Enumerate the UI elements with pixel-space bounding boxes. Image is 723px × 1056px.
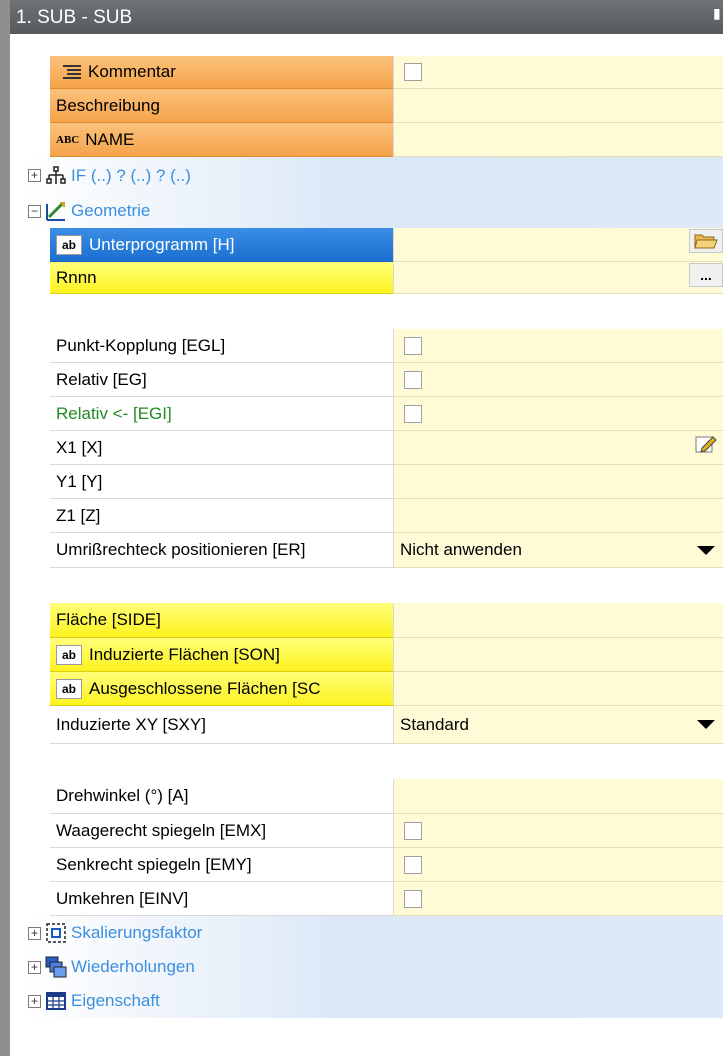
punkt-kopplung-label: Punkt-Kopplung [EGL]	[56, 335, 226, 355]
ellipsis-button[interactable]: ...	[689, 263, 723, 287]
umriss-label: Umrißrechteck positionieren [ER]	[56, 540, 306, 559]
ausgeschlossene-flaechen-field[interactable]	[393, 672, 723, 706]
umkehren-checkbox[interactable]	[404, 889, 422, 908]
expand-toggle[interactable]: +	[28, 960, 41, 974]
induzierte-xy-label: Induzierte XY [SXY]	[56, 714, 206, 734]
row-induzierte-flaechen[interactable]: ab Induzierte Flächen [SON]	[24, 638, 723, 672]
row-umkehren[interactable]: Umkehren [EINV]	[24, 882, 723, 916]
collapse-toggle[interactable]: −	[28, 204, 41, 218]
row-beschreibung[interactable]: Beschreibung	[24, 89, 723, 123]
spacer	[24, 744, 723, 779]
induzierte-xy-value: Standard	[400, 714, 469, 734]
panel-title: 1. SUB - SUB	[16, 7, 133, 28]
geometry-icon	[45, 200, 67, 222]
ausgeschlossene-flaechen-label: Ausgeschlossene Flächen [SC	[89, 678, 321, 698]
induzierte-flaechen-label: Induzierte Flächen [SON]	[89, 644, 280, 664]
relativ-checkbox[interactable]	[404, 370, 422, 389]
group-skalierungsfaktor-label: Skalierungsfaktor	[71, 923, 203, 942]
x1-label: X1 [X]	[56, 437, 103, 457]
chevron-down-icon[interactable]	[689, 706, 723, 743]
y1-field[interactable]	[393, 465, 723, 499]
row-relativ[interactable]: Relativ [EG]	[24, 363, 723, 397]
left-border	[0, 0, 10, 1056]
z1-label: Z1 [Z]	[56, 505, 101, 525]
unterprogramm-label: Unterprogramm [H]	[89, 234, 235, 254]
row-waagerecht[interactable]: Waagerecht spiegeln [EMX]	[24, 814, 723, 848]
group-wiederholungen[interactable]: + Wiederholungen	[24, 950, 723, 984]
beschreibung-field[interactable]	[393, 89, 723, 123]
relativ-egi-label: Relativ <- [EGI]	[56, 403, 172, 423]
induzierte-flaechen-field[interactable]	[393, 638, 723, 672]
row-senkrecht[interactable]: Senkrecht spiegeln [EMY]	[24, 848, 723, 882]
pin-icon[interactable]: ▮	[713, 0, 723, 34]
kommentar-label: Kommentar	[88, 62, 176, 81]
group-if[interactable]: + IF (..) ? (..) ? (..)	[24, 157, 723, 194]
unterprogramm-field[interactable]	[393, 228, 723, 262]
abc-icon: ABC	[56, 133, 80, 146]
umkehren-label: Umkehren [EINV]	[56, 888, 189, 908]
scale-icon	[45, 922, 67, 944]
row-ausgeschlossene-flaechen[interactable]: ab Ausgeschlossene Flächen [SC	[24, 672, 723, 706]
spacer	[24, 568, 723, 603]
row-kommentar[interactable]: Kommentar	[24, 56, 723, 89]
row-relativ-egi[interactable]: Relativ <- [EGI]	[24, 397, 723, 431]
row-name[interactable]: ABC NAME	[24, 123, 723, 157]
row-unterprogramm[interactable]: ab Unterprogramm [H]	[24, 228, 723, 262]
relativ-egi-checkbox[interactable]	[404, 404, 422, 423]
y1-label: Y1 [Y]	[56, 471, 103, 491]
drehwinkel-field[interactable]	[393, 779, 723, 814]
row-z1[interactable]: Z1 [Z]	[24, 499, 723, 533]
name-field[interactable]	[393, 123, 723, 157]
spacer	[24, 294, 723, 329]
group-skalierungsfaktor[interactable]: + Skalierungsfaktor	[24, 916, 723, 950]
text-field-icon: ab	[56, 678, 82, 699]
induzierte-xy-dropdown[interactable]: Standard	[393, 706, 723, 744]
row-y1[interactable]: Y1 [Y]	[24, 465, 723, 499]
z1-field[interactable]	[393, 499, 723, 533]
chevron-down-icon[interactable]	[689, 533, 723, 567]
waagerecht-checkbox[interactable]	[404, 821, 422, 840]
row-x1[interactable]: X1 [X]	[24, 431, 723, 465]
row-punkt-kopplung[interactable]: Punkt-Kopplung [EGL]	[24, 329, 723, 363]
umriss-value: Nicht anwenden	[400, 540, 522, 559]
waagerecht-label: Waagerecht spiegeln [EMX]	[56, 820, 267, 840]
group-wiederholungen-label: Wiederholungen	[71, 957, 195, 976]
group-geometrie[interactable]: − Geometrie	[24, 194, 723, 228]
expand-toggle[interactable]: +	[28, 926, 41, 940]
umriss-dropdown[interactable]: Nicht anwenden	[393, 533, 723, 568]
row-flaeche[interactable]: Fläche [SIDE]	[24, 603, 723, 638]
list-icon	[63, 65, 81, 79]
kommentar-checkbox[interactable]	[404, 63, 422, 81]
row-drehwinkel[interactable]: Drehwinkel (°) [A]	[24, 779, 723, 814]
senkrecht-label: Senkrecht spiegeln [EMY]	[56, 854, 252, 874]
beschreibung-label: Beschreibung	[56, 95, 160, 115]
punkt-kopplung-checkbox[interactable]	[404, 336, 422, 355]
folder-open-icon[interactable]	[689, 229, 723, 253]
text-field-icon: ab	[56, 644, 82, 665]
expand-toggle[interactable]: +	[28, 169, 41, 182]
group-eigenschaft-label: Eigenschaft	[71, 991, 160, 1010]
row-rnnn[interactable]: Rnnn ...	[24, 262, 723, 294]
expand-toggle[interactable]: +	[28, 994, 41, 1008]
table-icon	[45, 990, 67, 1012]
edit-pencil-icon[interactable]	[689, 432, 723, 456]
panel-title-bar: 1. SUB - SUB ▮	[10, 0, 723, 34]
branch-icon	[45, 165, 67, 187]
row-induzierte-xy[interactable]: Induzierte XY [SXY] Standard	[24, 706, 723, 744]
flaeche-label: Fläche [SIDE]	[56, 610, 161, 629]
relativ-label: Relativ [EG]	[56, 369, 147, 389]
rnnn-label: Rnnn	[56, 267, 97, 287]
repeat-icon	[45, 956, 67, 978]
row-umriss[interactable]: Umrißrechteck positionieren [ER] Nicht a…	[24, 533, 723, 568]
group-if-label: IF (..) ? (..) ? (..)	[71, 165, 191, 185]
name-label: NAME	[85, 129, 135, 149]
text-field-icon: ab	[56, 234, 82, 255]
group-geometrie-label: Geometrie	[71, 201, 151, 220]
x1-field[interactable]	[393, 431, 723, 465]
group-eigenschaft[interactable]: + Eigenschaft	[24, 984, 723, 1018]
flaeche-field[interactable]	[393, 603, 723, 638]
senkrecht-checkbox[interactable]	[404, 855, 422, 874]
drehwinkel-label: Drehwinkel (°) [A]	[56, 786, 189, 805]
